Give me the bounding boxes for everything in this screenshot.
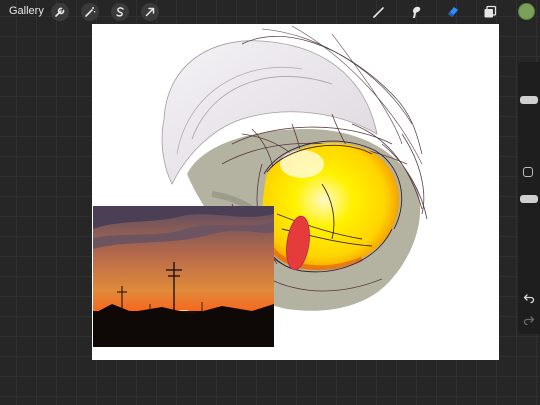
sidebar: [518, 62, 540, 334]
top-toolbar: Gallery: [0, 0, 540, 24]
artwork: [93, 25, 428, 347]
redo-icon[interactable]: [522, 313, 536, 327]
transform-arrow-icon[interactable]: [141, 3, 159, 21]
layers-icon[interactable]: [480, 2, 500, 22]
brush-size-slider[interactable]: [520, 66, 538, 156]
opacity-slider[interactable]: [520, 187, 538, 282]
smudge-icon[interactable]: [406, 2, 426, 22]
selection-s-icon[interactable]: [111, 3, 129, 21]
brush-icon[interactable]: [369, 2, 389, 22]
modify-button[interactable]: [523, 167, 533, 177]
magic-wand-icon[interactable]: [81, 3, 99, 21]
color-picker-swatch[interactable]: [518, 3, 535, 20]
wrench-icon[interactable]: [51, 3, 69, 21]
gallery-button[interactable]: Gallery: [9, 5, 44, 17]
undo-icon[interactable]: [522, 291, 536, 305]
brush-size-thumb[interactable]: [520, 96, 538, 104]
eraser-icon[interactable]: [443, 2, 463, 22]
sunset-photo: [93, 206, 274, 347]
drawing-canvas[interactable]: [92, 24, 499, 360]
opacity-thumb[interactable]: [520, 195, 538, 203]
